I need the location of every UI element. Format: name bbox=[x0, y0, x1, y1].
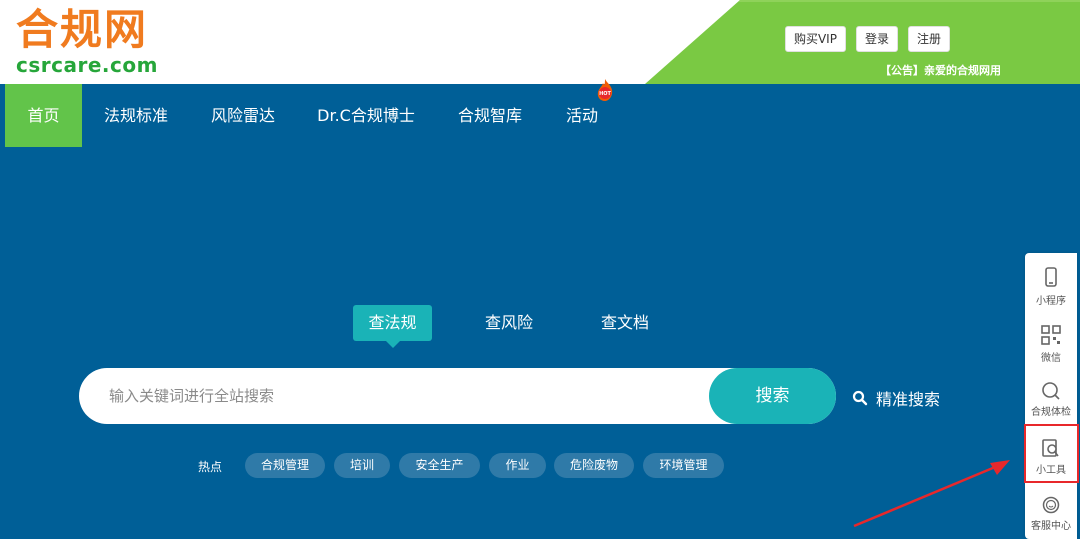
logo-domain-text: csrcare.com bbox=[16, 53, 158, 77]
register-button[interactable]: 注册 bbox=[907, 26, 950, 52]
precise-search-link[interactable]: 精准搜索 bbox=[852, 386, 940, 410]
sidebar-label: 微信 bbox=[1041, 353, 1061, 364]
login-button[interactable]: 登录 bbox=[855, 26, 898, 52]
nav-item-think-tank[interactable]: 合规智库 bbox=[448, 84, 532, 147]
side-toolbar: 小程序 微信 合规体检 小工具 客服中心 bbox=[1025, 253, 1077, 539]
magnifier-icon bbox=[852, 390, 868, 406]
nav-item-dr-c[interactable]: Dr.C合规博士 bbox=[310, 84, 422, 147]
sidebar-item-wechat[interactable]: 微信 bbox=[1025, 314, 1077, 370]
active-tab-pointer bbox=[386, 341, 400, 348]
buy-vip-button[interactable]: 购买VIP bbox=[784, 26, 846, 52]
highlight-box bbox=[1024, 424, 1079, 483]
service-icon bbox=[1042, 496, 1060, 514]
phone-icon bbox=[1045, 267, 1057, 287]
nav-item-regulations[interactable]: 法规标准 bbox=[92, 84, 180, 147]
hot-flame-icon: HOT bbox=[597, 79, 613, 101]
sidebar-item-compliance-check[interactable]: 合规体检 bbox=[1025, 371, 1077, 427]
hot-badge-text: HOT bbox=[599, 91, 611, 97]
notice-ticker[interactable]: 【公告】亲爱的合规网用 bbox=[880, 62, 1002, 78]
tab-regulations[interactable]: 查法规 bbox=[353, 305, 432, 341]
sidebar-item-mini-program[interactable]: 小程序 bbox=[1025, 257, 1077, 313]
hot-tag[interactable]: 培训 bbox=[334, 453, 390, 478]
hot-tag[interactable]: 危险废物 bbox=[554, 453, 634, 478]
site-header: 合规网 csrcare.com 购买VIP 登录 注册 【公告】亲爱的合规网用 bbox=[0, 0, 1080, 84]
top-buttons: 购买VIP 登录 注册 bbox=[784, 26, 950, 52]
sidebar-label: 小程序 bbox=[1036, 296, 1066, 307]
tab-documents[interactable]: 查文档 bbox=[586, 305, 664, 341]
red-arrow-annotation bbox=[853, 460, 1010, 528]
hot-topics-label: 热点 bbox=[198, 460, 223, 474]
nav-item-risk-radar[interactable]: 风险雷达 bbox=[200, 84, 286, 147]
site-logo[interactable]: 合规网 csrcare.com bbox=[16, 5, 158, 77]
search-input[interactable] bbox=[109, 368, 709, 424]
hot-tag[interactable]: 环境管理 bbox=[643, 453, 724, 478]
hot-tag[interactable]: 合规管理 bbox=[245, 453, 325, 478]
nav-item-home[interactable]: 首页 bbox=[5, 84, 82, 147]
sidebar-label: 合规体检 bbox=[1031, 407, 1071, 418]
tab-risks[interactable]: 查风险 bbox=[470, 305, 548, 341]
hot-tag[interactable]: 安全生产 bbox=[399, 453, 480, 478]
sidebar-label: 客服中心 bbox=[1031, 521, 1071, 532]
search-icon bbox=[1042, 382, 1060, 400]
logo-cn-text: 合规网 bbox=[16, 5, 149, 54]
sidebar-item-customer-service[interactable]: 客服中心 bbox=[1025, 485, 1077, 539]
qrcode-icon bbox=[1041, 325, 1061, 345]
main-nav: 首页 法规标准 风险雷达 Dr.C合规博士 合规智库 活动 bbox=[0, 84, 1080, 147]
search-bar: 搜索 bbox=[79, 368, 836, 424]
hot-tag[interactable]: 作业 bbox=[489, 453, 546, 478]
search-button[interactable]: 搜索 bbox=[709, 368, 836, 424]
precise-search-label: 精准搜索 bbox=[876, 390, 941, 409]
